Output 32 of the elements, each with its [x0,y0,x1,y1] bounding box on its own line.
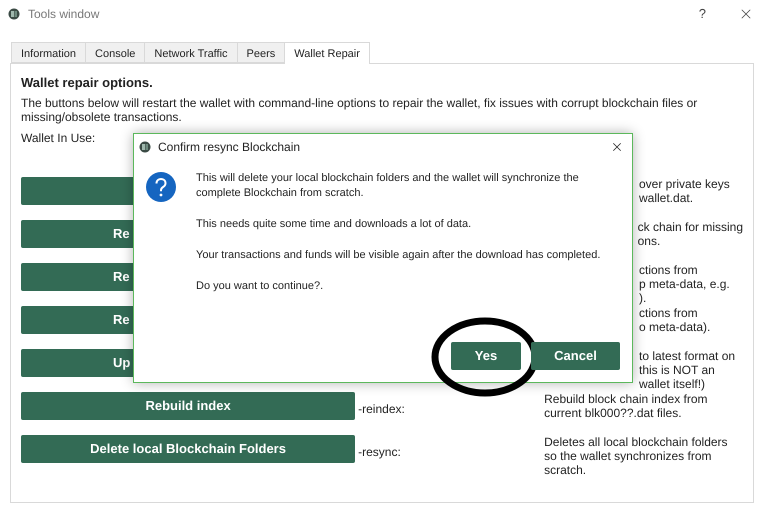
dialog-message: Do you want to continue?. [196,279,324,294]
app-logo-icon [8,8,20,20]
dialog-button[interactable]: Cancel [531,342,620,370]
app-logo-icon [139,141,151,153]
option-description: ck chain for missing ons. [638,220,743,248]
dialog-message: This needs quite some time and downloads a lot of data. [196,217,472,232]
option-description: Deletes all local blockchain folders so the wallet synchronizes from scratch. [544,434,729,478]
tab[interactable]: Wallet Repair [284,42,370,64]
option-description: Rebuild block chain index from current blk000??.dat files. [544,392,709,422]
repair-button[interactable]: Rebuild index [21,392,356,420]
option-description: to latest format on this is NOT an wallet itself!) [639,348,736,390]
option-description: ctions from p meta-data, e.g. ). [639,262,730,304]
tab[interactable]: Console [85,42,144,63]
section-heading: Wallet repair options. [21,74,154,92]
option-description: ctions from o meta-data). [639,306,710,334]
option-label: -resync: [358,444,401,458]
help-button[interactable]: ? [698,4,706,24]
dialog-message: This will delete your local blockchain folders and the wallet will synchronize the complete Blockchain from scratch. [196,171,580,201]
tab[interactable]: Peers [236,42,284,63]
dialog-button[interactable]: Yes [451,342,521,370]
question-icon [145,171,177,203]
option-label: -reindex: [358,402,405,416]
wallet-label: Wallet In Use: [21,130,96,146]
description-text: The buttons below will restart the wallet with command-line options to repair the wallet, fix issues with corrupt blockchain files or missing/obsolete transactions. [21,96,698,124]
window-title: Tools window [28,6,100,23]
tab[interactable]: Network Traffic [144,42,237,63]
dialog-message: Your transactions and funds will be visible again after the download has completed. [196,248,602,263]
option-description: over private keys wallet.dat. [639,176,730,204]
close-icon[interactable] [610,140,624,154]
dialog-title: Confirm resync Blockchain [158,139,300,156]
tab[interactable]: Information [11,42,86,63]
repair-button[interactable]: Delete local Blockchain Folders [21,434,356,462]
